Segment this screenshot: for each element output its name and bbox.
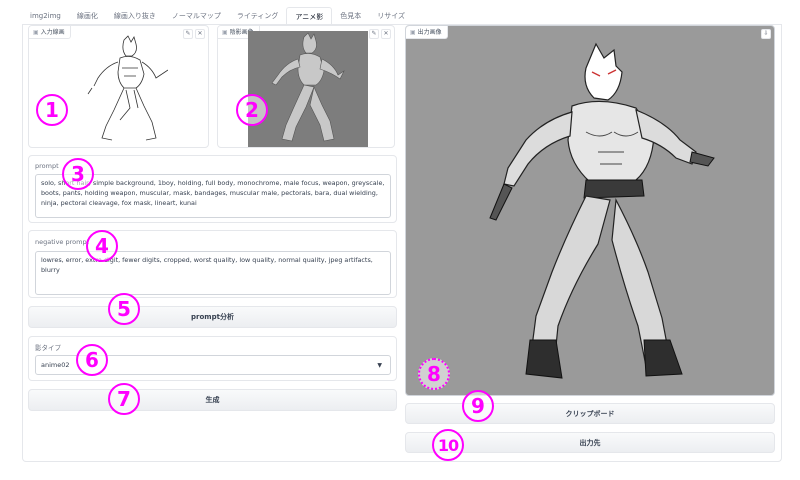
- annotation-badge-2: 2: [236, 94, 268, 126]
- annotation-badge-9: 9: [462, 390, 494, 422]
- annotation-badge-1: 1: [36, 94, 68, 126]
- tab-lighting[interactable]: ライティング: [229, 7, 286, 25]
- download-icon[interactable]: ⇩: [761, 29, 771, 39]
- annotation-badge-7: 7: [108, 383, 140, 415]
- annotation-badge-6: 6: [76, 344, 108, 376]
- generate-button[interactable]: 生成: [28, 389, 397, 411]
- shadow-type-label: 影タイプ: [35, 344, 61, 352]
- negative-prompt-label: negative prompt: [35, 238, 90, 246]
- tab-resize[interactable]: リサイズ: [369, 7, 413, 25]
- negative-prompt-panel: negative prompt lowres, error, extra dig…: [28, 230, 397, 298]
- annotation-badge-8: 8: [418, 358, 450, 390]
- output-image: [489, 42, 715, 379]
- shadow-type-value: anime02: [41, 361, 70, 369]
- input-lineart-image: [84, 34, 168, 146]
- output-image-panel: ▣ 出力画像 ⇩: [405, 25, 775, 396]
- pencil-icon[interactable]: ✎: [369, 29, 379, 39]
- image-icon: ▣: [222, 28, 228, 36]
- annotation-badge-4: 4: [86, 230, 118, 262]
- analyze-prompt-button[interactable]: prompt分析: [28, 306, 397, 328]
- shadow-image: [248, 31, 368, 147]
- clipboard-button[interactable]: クリップボード: [405, 403, 775, 424]
- input-image-panel[interactable]: ▣ 入力線画 ✎ ✕: [28, 25, 209, 148]
- tab-color-sample[interactable]: 色見本: [332, 7, 369, 25]
- tab-img2img[interactable]: img2img: [22, 7, 69, 25]
- annotation-badge-5: 5: [108, 293, 140, 325]
- annotation-badge-10: 10: [432, 429, 464, 461]
- tab-lineart[interactable]: 線画化: [69, 7, 106, 25]
- close-icon[interactable]: ✕: [381, 29, 391, 39]
- chevron-down-icon: ▼: [377, 362, 382, 369]
- shadow-image-panel[interactable]: ▣ 陰影画像 ✎ ✕: [217, 25, 395, 148]
- negative-prompt-input[interactable]: lowres, error, extra digit, fewer digits…: [35, 251, 391, 295]
- tab-normal-map[interactable]: ノーマルマップ: [164, 7, 229, 25]
- pencil-icon[interactable]: ✎: [183, 29, 193, 39]
- prompt-label: prompt: [35, 162, 59, 170]
- output-image-label: ▣ 出力画像: [406, 26, 448, 39]
- image-icon: ▣: [410, 28, 416, 36]
- image-icon: ▣: [33, 28, 39, 36]
- tab-lineart-cutout[interactable]: 線画入り抜き: [106, 7, 164, 25]
- close-icon[interactable]: ✕: [195, 29, 205, 39]
- input-image-label: ▣ 入力線画: [29, 26, 71, 39]
- annotation-badge-3: 3: [62, 158, 94, 190]
- tab-anime-shadow[interactable]: アニメ影: [286, 7, 333, 25]
- tab-bar: img2img 線画化 線画入り抜き ノーマルマップ ライティング アニメ影 色…: [22, 5, 413, 25]
